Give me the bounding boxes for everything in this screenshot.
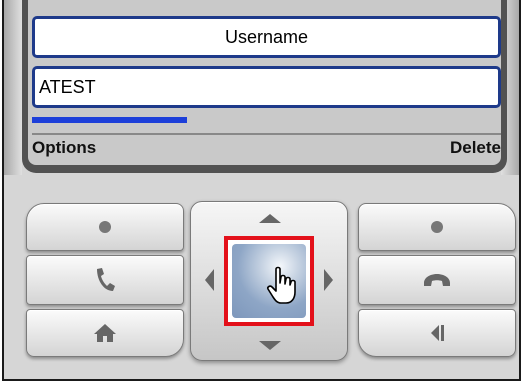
back-icon <box>431 325 444 341</box>
hand-pointer-icon <box>267 266 296 304</box>
phone-screen: Username ATEST Options Delete <box>22 0 507 173</box>
up-arrow-icon[interactable] <box>259 214 281 223</box>
home-key[interactable] <box>26 309 184 357</box>
dot-icon <box>99 221 111 233</box>
dpad <box>190 201 348 361</box>
end-call-key[interactable] <box>358 255 516 305</box>
keypad <box>4 175 519 381</box>
right-arrow-icon[interactable] <box>324 269 333 291</box>
progress-bar <box>32 117 501 123</box>
phone-frame: Username ATEST Options Delete <box>2 0 521 381</box>
left-soft-key[interactable] <box>26 203 184 251</box>
softkey-bar: Options Delete <box>32 133 501 159</box>
username-label-field: Username <box>32 16 501 58</box>
call-key[interactable] <box>26 255 184 305</box>
left-bezel <box>4 0 22 175</box>
delete-softkey[interactable]: Delete <box>450 138 501 158</box>
end-call-icon <box>424 274 450 286</box>
right-soft-key[interactable] <box>358 203 516 251</box>
back-key[interactable] <box>358 309 516 357</box>
home-icon <box>94 324 116 342</box>
username-input[interactable]: ATEST <box>32 66 501 108</box>
screen-content: Username ATEST Options Delete <box>28 0 501 165</box>
progress-fill <box>32 117 187 123</box>
left-arrow-icon[interactable] <box>205 269 214 291</box>
center-select-button[interactable] <box>224 236 314 326</box>
down-arrow-icon[interactable] <box>259 341 281 350</box>
dot-icon <box>431 221 443 233</box>
options-softkey[interactable]: Options <box>32 138 96 158</box>
call-icon <box>97 268 115 291</box>
